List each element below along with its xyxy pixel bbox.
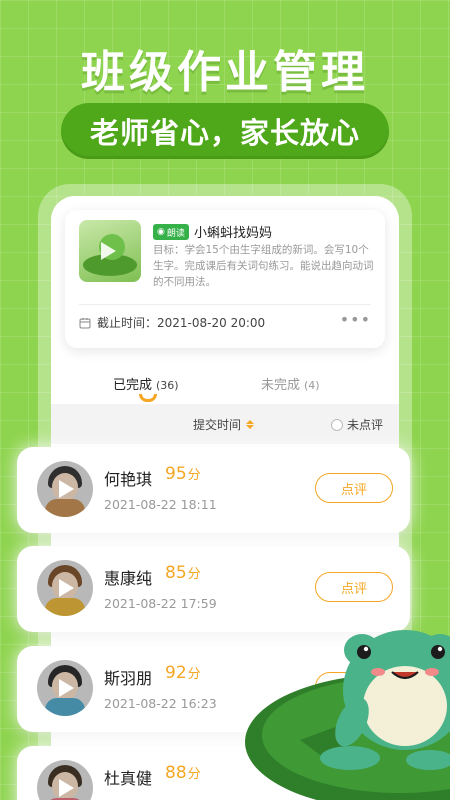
status-tabs: 已完成 (36) 未完成 (4) bbox=[51, 366, 399, 406]
deadline-row: 截止时间： 2021-08-20 20:00 bbox=[79, 314, 265, 331]
submit-time: 2021-08-22 17:59 bbox=[104, 596, 217, 611]
badge-label: 朗读 bbox=[166, 228, 185, 239]
sort-icon bbox=[246, 420, 255, 429]
read-icon: ◉ bbox=[157, 227, 165, 237]
student-score: 92分 bbox=[165, 663, 201, 683]
subtitle-pill: 老师省心，家长放心 bbox=[61, 103, 389, 159]
score-unit: 分 bbox=[187, 767, 201, 782]
student-card[interactable]: 何艳琪 95分 2021-08-22 18:11 点评 bbox=[17, 447, 410, 533]
homework-title: 小蝌蚪找妈妈 bbox=[194, 226, 273, 241]
frog-right-eye bbox=[422, 634, 450, 666]
play-icon[interactable] bbox=[59, 679, 74, 697]
submit-time: 2021-08-22 18:11 bbox=[104, 497, 217, 512]
tab-incomplete-count: (4) bbox=[304, 379, 320, 392]
review-button[interactable]: 点评 bbox=[315, 473, 393, 503]
frog-right-pupil bbox=[431, 645, 445, 659]
score-value: 85 bbox=[165, 563, 187, 583]
homework-thumbnail[interactable] bbox=[79, 220, 141, 282]
reading-badge: ◉ 朗读 bbox=[153, 224, 189, 240]
student-score: 95分 bbox=[165, 464, 201, 484]
play-icon[interactable] bbox=[59, 779, 74, 797]
student-name: 杜真健 bbox=[104, 769, 153, 788]
score-value: 88 bbox=[165, 763, 187, 783]
score-unit: 分 bbox=[187, 667, 201, 682]
student-score: 85分 bbox=[165, 563, 201, 583]
student-card[interactable]: 惠康纯 85分 2021-08-22 17:59 点评 bbox=[17, 546, 410, 632]
sort-label: 提交时间 bbox=[193, 418, 242, 432]
tab-completed[interactable]: 已完成 (36) bbox=[113, 374, 179, 393]
active-tab-indicator bbox=[139, 394, 157, 402]
avatar[interactable] bbox=[37, 560, 93, 616]
submit-time: 2021-08-22 16:23 bbox=[104, 696, 217, 711]
divider bbox=[79, 304, 371, 305]
frog-right-cheek bbox=[425, 668, 439, 676]
avatar[interactable] bbox=[37, 461, 93, 517]
avatar[interactable] bbox=[37, 760, 93, 800]
deadline-label: 截止时间： bbox=[97, 316, 158, 330]
deadline-value: 2021-08-20 20:00 bbox=[157, 315, 266, 330]
score-value: 95 bbox=[165, 464, 187, 484]
score-unit: 分 bbox=[187, 468, 201, 483]
student-score: 88分 bbox=[165, 763, 201, 783]
score-unit: 分 bbox=[187, 567, 201, 582]
frog-right-leg bbox=[406, 750, 450, 770]
student-name: 何艳琪 bbox=[104, 470, 153, 489]
frog-right-eye-shine bbox=[437, 646, 443, 652]
play-icon[interactable] bbox=[101, 242, 116, 260]
calendar-icon bbox=[79, 317, 91, 328]
sort-by-submit-time[interactable]: 提交时间 bbox=[193, 416, 255, 433]
tab-completed-label: 已完成 bbox=[113, 378, 153, 393]
tab-completed-count: (36) bbox=[156, 379, 179, 392]
homework-card[interactable]: ◉ 朗读 小蝌蚪找妈妈 目标：学会15个由生字组成的新词。会写10个生字。完成课… bbox=[65, 210, 385, 348]
score-value: 92 bbox=[165, 663, 187, 683]
headline: 班级作业管理 bbox=[81, 47, 369, 98]
more-icon[interactable]: ••• bbox=[340, 310, 371, 329]
unreviewed-filter[interactable]: 未点评 bbox=[331, 416, 383, 433]
homework-description: 目标：学会15个由生字组成的新词。会写10个生字。完成课后有关词句练习。能说出趋… bbox=[153, 244, 374, 288]
tab-incomplete-label: 未完成 bbox=[261, 378, 301, 393]
play-icon[interactable] bbox=[59, 480, 74, 498]
play-icon[interactable] bbox=[59, 579, 74, 597]
student-card[interactable]: 斯羽朋 92分 2021-08-22 16:23 点评 bbox=[17, 646, 410, 732]
student-card[interactable]: 杜真健 88分 bbox=[17, 746, 410, 800]
unreviewed-label: 未点评 bbox=[347, 418, 384, 432]
filter-bar: 提交时间 未点评 bbox=[51, 404, 399, 444]
review-button[interactable]: 点评 bbox=[315, 672, 393, 702]
review-button[interactable]: 点评 bbox=[315, 572, 393, 602]
unreviewed-radio[interactable] bbox=[331, 418, 343, 431]
tab-incomplete[interactable]: 未完成 (4) bbox=[261, 374, 320, 393]
student-name: 惠康纯 bbox=[104, 569, 153, 588]
student-name: 斯羽朋 bbox=[104, 669, 153, 688]
avatar[interactable] bbox=[37, 660, 93, 716]
